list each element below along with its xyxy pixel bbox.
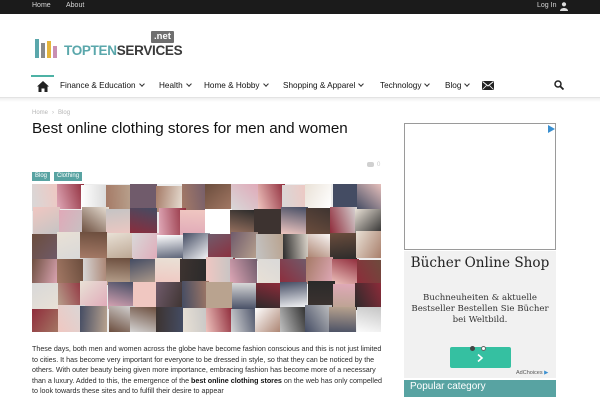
nav-technology[interactable]: Technology	[380, 81, 431, 90]
collage-tile	[130, 306, 158, 332]
site-logo[interactable]: TOPTENSERVICES .net	[34, 31, 184, 61]
collage-tile	[255, 308, 283, 332]
collage-tile	[356, 231, 381, 259]
collage-tile	[230, 184, 258, 211]
tag-clothing[interactable]: Clothing	[54, 172, 83, 181]
collage-tile	[254, 208, 282, 236]
collage-tile	[32, 309, 59, 332]
collage-tile	[129, 208, 157, 235]
article-tags: Blog Clothing	[32, 162, 86, 181]
article-body: These days, both men and women across th…	[32, 345, 382, 395]
collage-tile	[205, 308, 233, 332]
collage-tile	[156, 282, 183, 309]
comment-count[interactable]: 0	[367, 162, 380, 168]
nav-health[interactable]: Health	[159, 81, 192, 90]
search-icon[interactable]	[554, 80, 564, 90]
collage-tile	[183, 232, 211, 260]
mail-icon[interactable]	[482, 81, 494, 90]
logo-text: TOPTENSERVICES	[64, 43, 183, 58]
ad-subtitle: Buchneuheiten & aktuelle Bestseller Best…	[411, 293, 549, 325]
collage-tile	[305, 305, 333, 332]
collage-tile	[307, 281, 335, 308]
collage-tile	[82, 206, 109, 234]
collage-tile	[205, 257, 233, 285]
collage-tile	[231, 283, 259, 310]
collage-tile	[305, 207, 333, 235]
collage-tile	[281, 206, 309, 234]
adchoices-triangle-icon[interactable]	[547, 125, 555, 133]
keyword-link[interactable]: best online clothing stores	[191, 377, 282, 385]
collage-tile	[205, 281, 233, 309]
collage-tile	[56, 184, 84, 209]
nav-shopping-apparel[interactable]: Shopping & Apparel	[283, 81, 365, 90]
nav-blog[interactable]: Blog	[445, 81, 471, 90]
popular-category-header: Popular category	[404, 380, 556, 395]
collage-tile	[131, 233, 159, 260]
collage-tile	[32, 234, 59, 261]
main-nav: Finance & Education Health Home & Hobby …	[0, 75, 600, 102]
article-title: Best online clothing stores for men and …	[32, 120, 348, 137]
collage-tile	[357, 307, 381, 332]
collage-tile	[230, 258, 258, 286]
collage-tile	[329, 206, 357, 234]
arrow-right-icon	[477, 354, 484, 362]
collage-tile	[80, 281, 108, 308]
collage-tile	[32, 207, 60, 234]
nav-finance-education[interactable]: Finance & Education	[60, 81, 145, 90]
carousel-dot-active[interactable]	[470, 346, 475, 351]
collage-tile	[329, 233, 357, 261]
tag-blog[interactable]: Blog	[32, 172, 51, 181]
article-hero-image	[32, 184, 381, 332]
ad-banner[interactable]: Bücher Online Shop Buchneuheiten & aktue…	[404, 251, 556, 378]
user-icon[interactable]	[560, 2, 568, 11]
breadcrumb-home[interactable]: Home	[32, 110, 48, 116]
collage-tile	[107, 233, 135, 260]
collage-tile	[155, 257, 182, 285]
collage-tile	[156, 306, 184, 332]
top-link-about[interactable]: About	[66, 2, 84, 9]
collage-tile	[231, 308, 259, 332]
collage-tile	[205, 184, 233, 211]
breadcrumb-blog[interactable]: Blog	[58, 110, 70, 116]
ad-placeholder[interactable]	[404, 123, 556, 250]
collage-tile	[32, 258, 58, 286]
collage-tile	[231, 231, 259, 259]
collage-tile	[130, 184, 158, 209]
collage-tile	[357, 184, 381, 211]
collage-tile	[181, 280, 209, 308]
nav-home-hobby[interactable]: Home & Hobby	[204, 81, 269, 90]
collage-tile	[305, 257, 333, 284]
adchoices-label[interactable]: AdChoices ▶	[516, 370, 548, 376]
login-link[interactable]: Log In	[537, 2, 556, 9]
carousel-dot[interactable]	[481, 346, 486, 351]
breadcrumb: Home › Blog	[32, 110, 71, 116]
collage-tile	[80, 231, 108, 259]
ad-carousel-dots	[470, 336, 492, 355]
collage-tile	[105, 257, 133, 285]
collage-tile	[255, 234, 283, 261]
logo-tld: .net	[151, 31, 174, 43]
collage-tile	[32, 282, 60, 310]
logo-bars-icon	[35, 39, 57, 58]
home-icon	[37, 81, 49, 92]
nav-home[interactable]	[31, 75, 54, 97]
comment-icon	[367, 162, 374, 167]
collage-tile	[304, 184, 332, 209]
collage-tile	[355, 283, 381, 310]
collage-tile	[105, 184, 133, 212]
collage-tile	[332, 258, 360, 286]
ad-title: Bücher Online Shop	[410, 255, 550, 271]
collage-tile	[279, 281, 307, 309]
top-bar: Home About Log In	[0, 0, 600, 14]
top-link-home[interactable]: Home	[32, 2, 51, 9]
collage-tile	[80, 306, 107, 332]
collage-tile	[279, 307, 307, 332]
collage-tile	[329, 307, 357, 332]
